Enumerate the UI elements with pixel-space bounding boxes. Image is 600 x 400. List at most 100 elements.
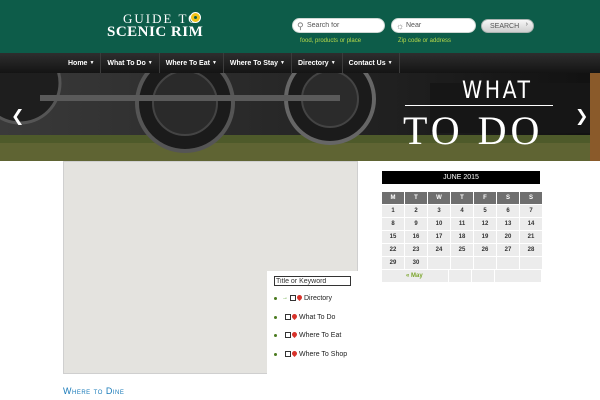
- nav-item-contact-us[interactable]: Contact Us ▼: [343, 53, 400, 73]
- search-button[interactable]: SEARCH ›: [481, 19, 534, 33]
- logo-pin-icon: [190, 12, 201, 23]
- site-header: GUIDE TO SCENIC RIM ⚲ food, products or …: [0, 0, 600, 53]
- site-logo[interactable]: GUIDE TO SCENIC RIM: [107, 11, 203, 41]
- bullet-icon: [274, 352, 277, 356]
- filter-where-to-eat[interactable]: Where To Eat: [274, 330, 341, 340]
- hero-divider: [405, 105, 553, 106]
- calendar-empty-cell: [474, 257, 496, 269]
- map-pin-icon: [297, 295, 302, 302]
- events-calendar: JUNE 2015 M T W T F S S 1 2 3 4 5 6 7 8 9 10 11 12 13 14 15 16…: [382, 171, 542, 282]
- nav-item-directory[interactable]: Directory ▼: [292, 53, 343, 73]
- calendar-day[interactable]: 23: [405, 244, 427, 256]
- calendar-day[interactable]: 10: [428, 218, 450, 230]
- calendar-empty-cell: [497, 257, 519, 269]
- calendar-day[interactable]: 11: [451, 218, 473, 230]
- bullet-icon: [274, 296, 277, 300]
- caret-down-icon: ▼: [387, 60, 393, 66]
- calendar-empty-cell: [520, 257, 542, 269]
- calendar-day[interactable]: 14: [520, 218, 542, 230]
- calendar-day[interactable]: 2: [405, 205, 427, 217]
- caret-down-icon: ▼: [330, 60, 336, 66]
- bullet-icon: [274, 333, 277, 337]
- calendar-footer-cell: [472, 270, 494, 282]
- hero-title-what: WHAT: [462, 76, 533, 104]
- calendar-month: JUNE 2015: [382, 171, 540, 184]
- calendar-empty-cell: [428, 257, 450, 269]
- bullet-icon: [274, 315, 277, 319]
- filter-checkbox[interactable]: [290, 295, 296, 301]
- nav-label: Home: [68, 60, 88, 67]
- filter-what-to-do[interactable]: What To Do: [274, 312, 335, 322]
- calendar-grid: M T W T F S S 1 2 3 4 5 6 7 8 9 10 11 12 13 14 15 16 17 18 19 20 21…: [382, 192, 542, 269]
- calendar-day[interactable]: 27: [497, 244, 519, 256]
- calendar-day[interactable]: 24: [428, 244, 450, 256]
- logo-line-scenic: SCENIC RIM: [107, 24, 204, 40]
- filter-checkbox[interactable]: [285, 351, 291, 357]
- calendar-day[interactable]: 26: [474, 244, 496, 256]
- calendar-day[interactable]: 5: [474, 205, 496, 217]
- calendar-day[interactable]: 9: [405, 218, 427, 230]
- nav-label: Where To Eat: [165, 60, 210, 67]
- search-what-input[interactable]: [307, 20, 377, 31]
- calendar-day[interactable]: 19: [474, 231, 496, 243]
- section-heading-where-to-dine[interactable]: Where to Dine: [63, 386, 124, 396]
- nav-label: Where To Stay: [229, 60, 279, 67]
- calendar-day[interactable]: 25: [451, 244, 473, 256]
- calendar-day[interactable]: 13: [497, 218, 519, 230]
- calendar-day[interactable]: 6: [497, 205, 519, 217]
- filter-checkbox[interactable]: [285, 332, 291, 338]
- sun-location-icon: ☼: [396, 21, 405, 31]
- calendar-day[interactable]: 20: [497, 231, 519, 243]
- calendar-day[interactable]: 15: [382, 231, 404, 243]
- calendar-day[interactable]: 4: [451, 205, 473, 217]
- nav-label: Directory: [297, 60, 329, 67]
- nav-item-home[interactable]: Home ▼: [62, 53, 102, 73]
- caret-down-icon: ▼: [280, 60, 285, 66]
- nav-item-where-to-eat[interactable]: Where To Eat ▼: [160, 53, 224, 73]
- search-icon: ⚲: [297, 21, 304, 31]
- search-where-hint: Zip code or address: [398, 38, 452, 44]
- nav-bar: Home ▼ What To Do ▼ Where To Eat ▼ Where To…: [62, 53, 400, 73]
- calendar-day[interactable]: 28: [520, 244, 542, 256]
- chevron-right-icon[interactable]: ❯: [575, 109, 588, 125]
- nav-label: Contact Us: [348, 60, 386, 67]
- caret-down-icon: ▼: [147, 60, 153, 66]
- calendar-day[interactable]: 3: [428, 205, 450, 217]
- nav-item-where-to-stay[interactable]: Where To Stay ▼: [224, 53, 292, 73]
- filter-directory[interactable]: → Directory: [274, 293, 332, 303]
- calendar-weekday: T: [405, 192, 427, 204]
- filter-where-to-shop[interactable]: Where To Shop: [274, 349, 347, 359]
- map-pin-icon: [292, 332, 297, 339]
- calendar-day[interactable]: 22: [382, 244, 404, 256]
- calendar-weekday: S: [497, 192, 519, 204]
- chevron-left-icon[interactable]: ❮: [11, 109, 24, 125]
- filter-label: Directory: [304, 294, 333, 302]
- arrow-right-icon: ›: [525, 21, 528, 28]
- calendar-footer: « May: [382, 270, 541, 282]
- search-where-box: ☼: [391, 18, 476, 33]
- keyword-input[interactable]: [274, 276, 351, 286]
- calendar-day[interactable]: 8: [382, 218, 404, 230]
- calendar-day[interactable]: 30: [405, 257, 427, 269]
- page: GUIDE TO SCENIC RIM ⚲ food, products or …: [0, 0, 600, 400]
- calendar-day[interactable]: 21: [520, 231, 542, 243]
- calendar-day[interactable]: 29: [382, 257, 404, 269]
- calendar-day[interactable]: 17: [428, 231, 450, 243]
- nav-item-what-to-do[interactable]: What To Do ▼: [101, 53, 160, 73]
- calendar-day[interactable]: 16: [405, 231, 427, 243]
- calendar-weekday: F: [474, 192, 496, 204]
- caret-down-icon: ▼: [89, 60, 95, 66]
- calendar-day[interactable]: 7: [520, 205, 542, 217]
- calendar-day[interactable]: 18: [451, 231, 473, 243]
- calendar-day[interactable]: 1: [382, 205, 404, 217]
- search-where-input[interactable]: [406, 20, 476, 31]
- calendar-weekday: S: [520, 192, 542, 204]
- filter-label: Where To Eat: [299, 331, 342, 339]
- calendar-prev-month[interactable]: « May: [382, 270, 448, 282]
- search-what-hint: food, products or place: [300, 38, 362, 44]
- hero-banner: ❮ ❯ WHAT TO DO: [0, 73, 600, 161]
- search-what-box: ⚲: [292, 18, 385, 33]
- calendar-day[interactable]: 12: [474, 218, 496, 230]
- hero-title-to-do: TO DO: [403, 108, 544, 153]
- filter-checkbox[interactable]: [285, 314, 291, 320]
